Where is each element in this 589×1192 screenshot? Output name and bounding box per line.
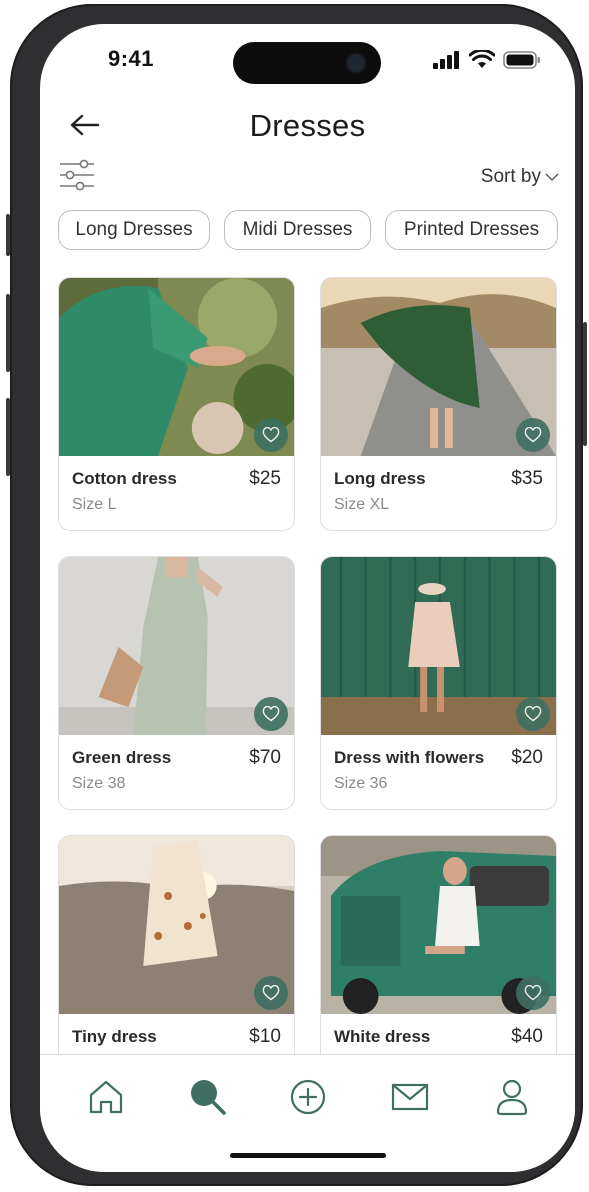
product-name: Cotton dress (72, 469, 177, 488)
volume-down-button (6, 398, 10, 476)
sort-by-label: Sort by (480, 166, 541, 187)
silent-switch (6, 214, 10, 256)
chevron-down-icon (545, 173, 559, 181)
favorite-heart-icon[interactable] (516, 697, 550, 731)
product-name: Long dress (334, 469, 426, 488)
product-card[interactable]: Tiny dress $10 (58, 835, 295, 1089)
chip-printed-dresses[interactable]: Printed Dresses (385, 210, 558, 250)
product-size: Size XL (334, 496, 390, 513)
home-indicator[interactable] (230, 1153, 386, 1158)
product-size: Size 36 (334, 775, 388, 792)
power-button (583, 322, 587, 446)
home-icon (89, 1080, 123, 1114)
product-card[interactable]: White dress $40 (320, 835, 557, 1089)
product-card[interactable]: Long dress $35 Size XL (320, 277, 557, 531)
wifi-icon (469, 50, 495, 68)
product-card[interactable]: Green dress $70 Size 38 (58, 556, 295, 810)
favorite-heart-icon[interactable] (254, 976, 288, 1010)
dynamic-island (233, 42, 381, 84)
nav-messages[interactable] (388, 1075, 432, 1119)
nav-home[interactable] (84, 1075, 128, 1119)
sort-by-dropdown[interactable]: Sort by (481, 166, 559, 188)
filter-sliders-icon[interactable] (58, 158, 96, 192)
product-name: White dress (334, 1027, 431, 1046)
product-name: Tiny dress (72, 1027, 157, 1046)
product-size: Size 38 (72, 775, 126, 792)
nav-add[interactable] (286, 1075, 330, 1119)
nav-profile[interactable] (490, 1075, 534, 1119)
nav-search[interactable] (186, 1075, 230, 1119)
phone-frame: 9:41 Dresses Sort by Long Dresses Midi D… (6, 4, 587, 1186)
product-price: $70 (249, 747, 281, 768)
search-icon (191, 1080, 226, 1115)
battery-icon (503, 51, 540, 69)
mail-icon (391, 1083, 429, 1111)
status-icons (433, 50, 541, 70)
chip-midi-dresses[interactable]: Midi Dresses (224, 210, 371, 250)
profile-icon (496, 1079, 528, 1116)
product-price: $10 (249, 1026, 281, 1047)
add-circle-icon (290, 1079, 326, 1115)
app-screen: 9:41 Dresses Sort by Long Dresses Midi D… (40, 24, 575, 1172)
status-time: 9:41 (108, 46, 155, 71)
camera-icon (347, 54, 365, 72)
product-price: $20 (511, 747, 543, 768)
product-price: $40 (511, 1026, 543, 1047)
product-name: Green dress (72, 748, 172, 767)
favorite-heart-icon[interactable] (516, 976, 550, 1010)
cellular-signal-icon (433, 51, 459, 69)
volume-up-button (6, 294, 10, 372)
favorite-heart-icon[interactable] (254, 697, 288, 731)
favorite-heart-icon[interactable] (254, 418, 288, 452)
favorite-heart-icon[interactable] (516, 418, 550, 452)
product-card[interactable]: Dress with flowers $20 Size 36 (320, 556, 557, 810)
chip-long-dresses[interactable]: Long Dresses (58, 210, 210, 250)
product-name: Dress with flowers (334, 748, 485, 767)
page-title: Dresses (249, 108, 366, 143)
product-price: $25 (249, 468, 281, 489)
product-card[interactable]: Cotton dress $25 Size L (58, 277, 295, 531)
product-price: $35 (511, 468, 543, 489)
product-size: Size L (72, 496, 117, 513)
